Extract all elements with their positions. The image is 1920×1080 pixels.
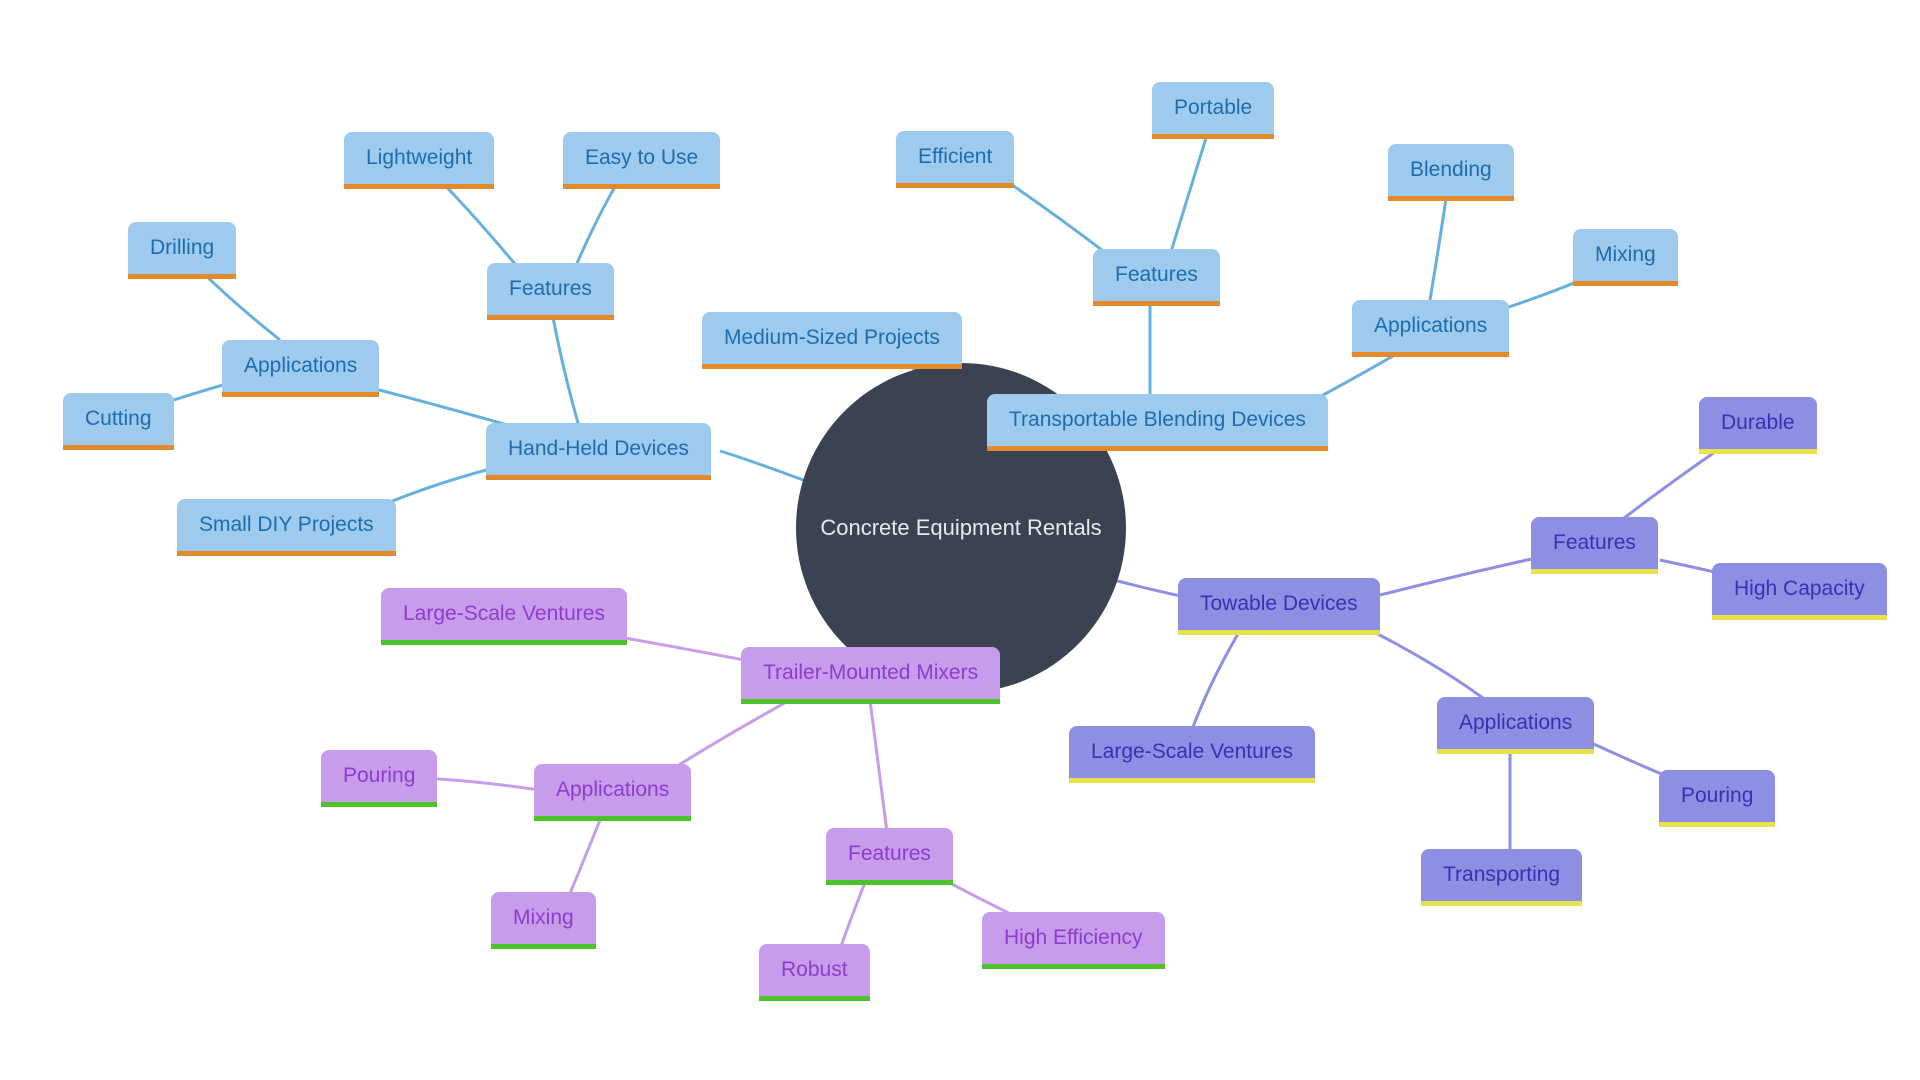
- node-hh-applications: Applications: [222, 340, 379, 397]
- node-tm-applications: Applications: [534, 764, 691, 821]
- node-blending: Blending: [1388, 144, 1514, 201]
- node-robust: Robust: [759, 944, 870, 1001]
- node-tm-features: Features: [826, 828, 953, 885]
- node-tm-large-scale: Large-Scale Ventures: [381, 588, 627, 645]
- node-tb-features: Features: [1093, 249, 1220, 306]
- node-transportable: Transportable Blending Devices: [987, 394, 1328, 451]
- node-high-capacity: High Capacity: [1712, 563, 1887, 620]
- node-towable: Towable Devices: [1178, 578, 1380, 635]
- node-tw-large-scale: Large-Scale Ventures: [1069, 726, 1315, 783]
- node-tw-applications: Applications: [1437, 697, 1594, 754]
- node-mixing-tb: Mixing: [1573, 229, 1678, 286]
- node-hand-held: Hand-Held Devices: [486, 423, 711, 480]
- node-medium-sized: Medium-Sized Projects: [702, 312, 962, 369]
- node-mixing-tm: Mixing: [491, 892, 596, 949]
- node-high-efficiency: High Efficiency: [982, 912, 1165, 969]
- node-lightweight: Lightweight: [344, 132, 494, 189]
- node-tw-features: Features: [1531, 517, 1658, 574]
- node-small-diy: Small DIY Projects: [177, 499, 396, 556]
- node-cutting: Cutting: [63, 393, 174, 450]
- node-tb-applications: Applications: [1352, 300, 1509, 357]
- node-drilling: Drilling: [128, 222, 236, 279]
- node-hh-features: Features: [487, 263, 614, 320]
- node-pouring-tw: Pouring: [1659, 770, 1775, 827]
- node-durable: Durable: [1699, 397, 1817, 454]
- node-efficient: Efficient: [896, 131, 1014, 188]
- node-portable: Portable: [1152, 82, 1274, 139]
- mindmap-canvas: Concrete Equipment Rentals Hand-Held Dev…: [0, 0, 1920, 1080]
- node-transporting: Transporting: [1421, 849, 1582, 906]
- node-pouring-tm: Pouring: [321, 750, 437, 807]
- center-label: Concrete Equipment Rentals: [820, 515, 1101, 541]
- node-trailer-mounted: Trailer-Mounted Mixers: [741, 647, 1000, 704]
- node-easy-to-use: Easy to Use: [563, 132, 720, 189]
